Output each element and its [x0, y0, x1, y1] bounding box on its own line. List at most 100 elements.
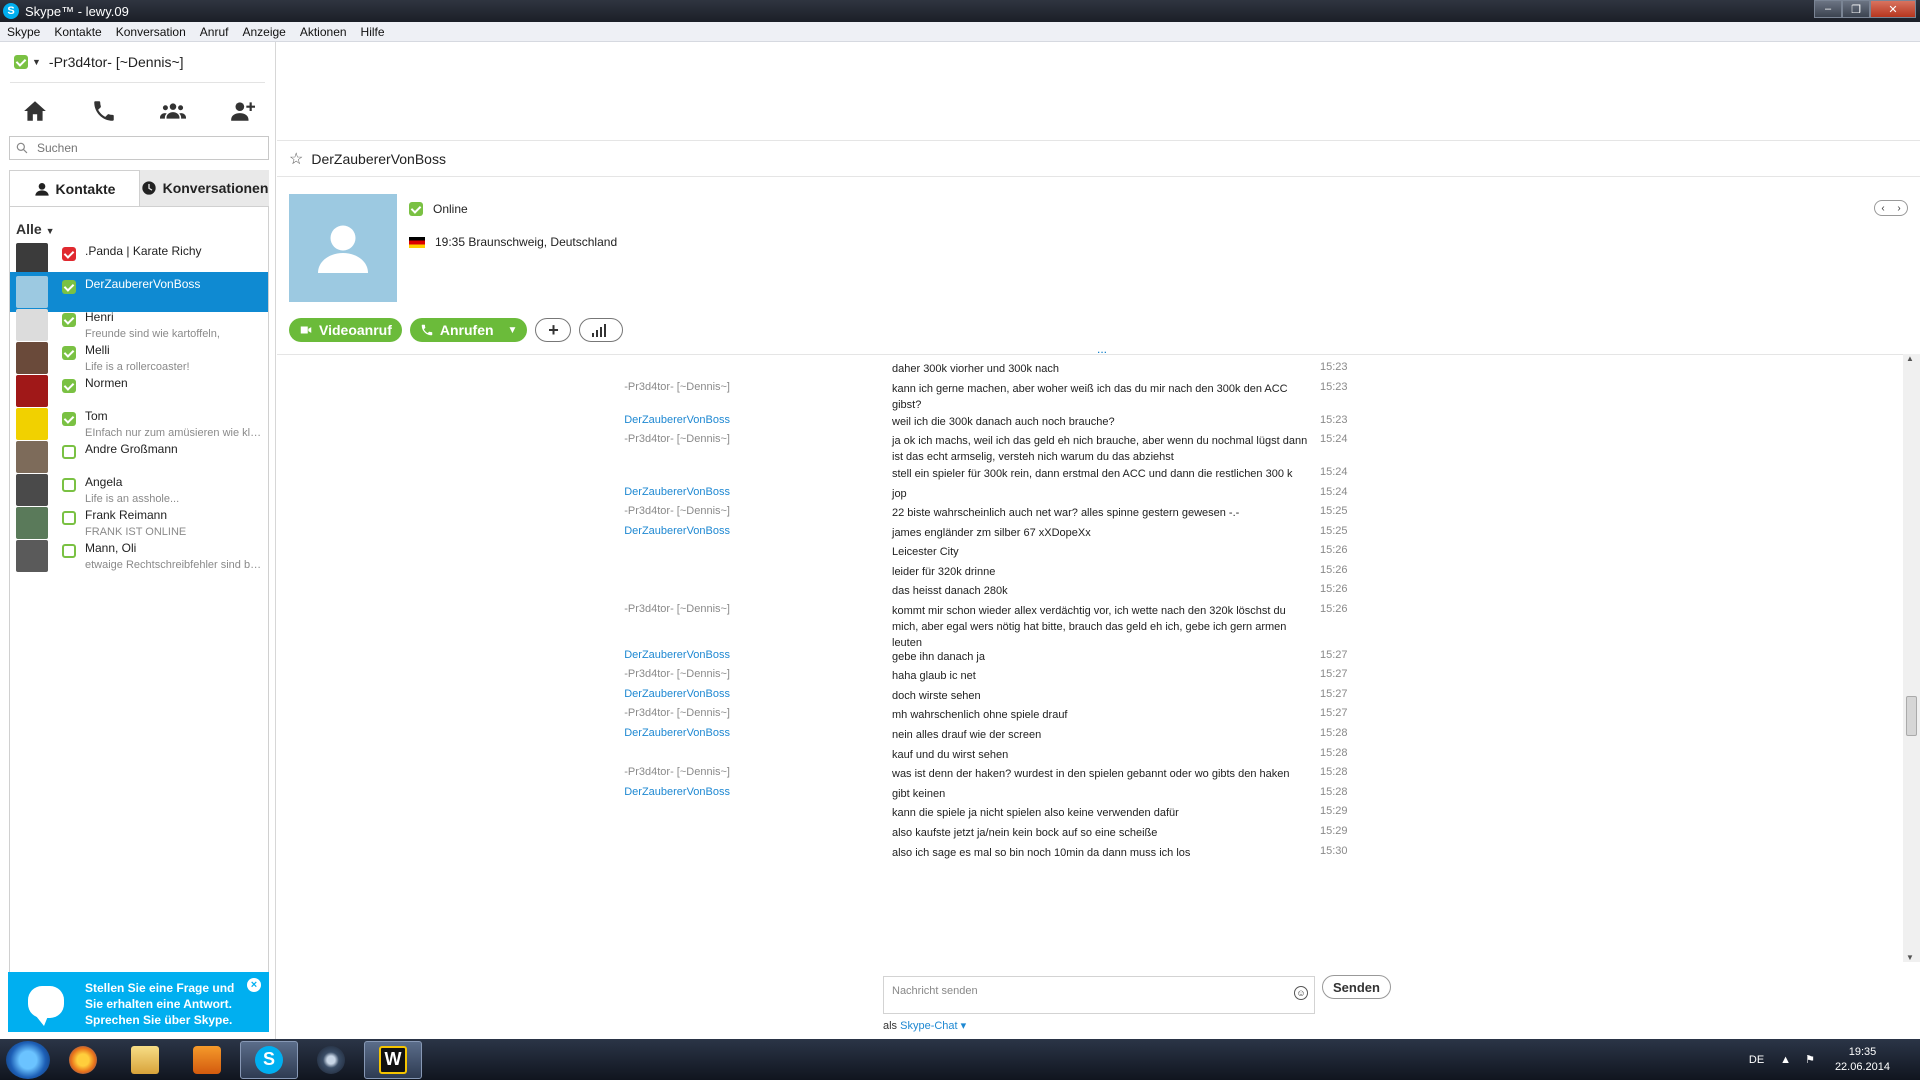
taskbar-explorer[interactable]	[116, 1041, 174, 1079]
message-author[interactable]: DerZaubererVonBoss	[570, 525, 730, 537]
chevron-left-icon[interactable]: ‹	[1875, 201, 1891, 215]
message-author[interactable]: DerZaubererVonBoss	[570, 786, 730, 798]
profile-status-text: Online	[433, 202, 468, 216]
message-author[interactable]: -Pr3d4tor- [~Dennis~]	[570, 505, 730, 517]
message-text: leider für 320k drinne	[892, 566, 996, 578]
message-author[interactable]: DerZaubererVonBoss	[570, 486, 730, 498]
tab-kontakte[interactable]: Kontakte	[9, 170, 140, 206]
contact-info: Angela Life is an asshole...	[85, 475, 263, 505]
tray-chevron-up-icon[interactable]: ▲	[1780, 1054, 1791, 1066]
folder-icon	[131, 1045, 159, 1074]
online-status-icon	[62, 412, 76, 426]
message-input[interactable]: Nachricht senden ☺	[883, 976, 1315, 1014]
window-controls: – ❐ ✕	[1814, 0, 1916, 18]
firefox-icon	[69, 1045, 97, 1074]
profile-avatar[interactable]	[289, 194, 397, 302]
taskbar-media-player[interactable]	[178, 1041, 236, 1079]
call-quality-button[interactable]	[579, 318, 624, 342]
phone-icon[interactable]	[91, 98, 117, 127]
message-text: kann die spiele ja nicht spielen also ke…	[892, 807, 1179, 819]
chevron-down-icon[interactable]: ▼	[508, 325, 518, 336]
message-time: 15:25	[1320, 525, 1348, 537]
taskbar-skype[interactable]: S	[240, 1040, 298, 1079]
contact-info: Tom EInfach nur zum amüsieren wie klei...	[85, 409, 263, 439]
close-icon[interactable]: ×	[247, 978, 261, 992]
call-button[interactable]: Anrufen ▼	[409, 318, 528, 342]
message-author[interactable]: -Pr3d4tor- [~Dennis~]	[570, 381, 730, 393]
start-button[interactable]	[6, 1040, 50, 1079]
flag-notification-icon[interactable]: ⚑	[1805, 1053, 1815, 1066]
send-button[interactable]: Senden	[1322, 975, 1391, 999]
taskbar-firefox[interactable]	[54, 1041, 112, 1079]
message-text: nein alles drauf wie der screen	[892, 729, 1042, 741]
app-icon: W	[379, 1045, 407, 1074]
call-actions: Videoanruf Anrufen ▼ +	[289, 318, 631, 342]
taskbar-app[interactable]: W	[364, 1040, 422, 1079]
message-author[interactable]: -Pr3d4tor- [~Dennis~]	[570, 433, 730, 445]
menu-anzeige[interactable]: Anzeige	[235, 25, 292, 39]
user-status-row[interactable]: ▼ -Pr3d4tor- [~Dennis~]	[14, 54, 184, 70]
ad-banner-area	[277, 42, 1920, 140]
message-text: haha glaub ic net	[892, 670, 976, 682]
emoticon-icon[interactable]: ☺	[1294, 986, 1308, 1000]
online-status-icon	[62, 346, 76, 360]
message-author[interactable]: DerZaubererVonBoss	[570, 649, 730, 661]
close-window-button[interactable]: ✕	[1870, 0, 1916, 18]
message-text: das heisst danach 280k	[892, 585, 1008, 597]
menu-hilfe[interactable]: Hilfe	[354, 25, 392, 39]
menu-skype[interactable]: Skype	[0, 25, 47, 39]
search-box[interactable]	[9, 136, 269, 160]
chevron-right-icon[interactable]: ›	[1891, 201, 1907, 215]
chevron-down-icon[interactable]: ▼	[32, 57, 41, 67]
menu-bar: Skype Kontakte Konversation Anruf Anzeig…	[0, 22, 1920, 42]
home-icon[interactable]	[22, 98, 48, 127]
message-time: 15:27	[1320, 668, 1348, 680]
menu-anruf[interactable]: Anruf	[193, 25, 236, 39]
user-display-name[interactable]: -Pr3d4tor- [~Dennis~]	[49, 54, 184, 70]
message-time: 15:28	[1320, 747, 1348, 759]
favorite-star-icon[interactable]: ☆	[289, 149, 303, 169]
conversation-panel: ☆ DerZaubererVonBoss Online 19:35 Brauns…	[277, 42, 1920, 1039]
chat-mode-dropdown[interactable]: Skype-Chat ▾	[900, 1020, 966, 1032]
message-text: 22 biste wahrscheinlich auch net war? al…	[892, 507, 1240, 519]
message-author[interactable]: DerZaubererVonBoss	[570, 414, 730, 426]
chat-scrollbar[interactable]: ▲ ▼	[1903, 354, 1920, 962]
contact-avatar	[16, 276, 48, 308]
message-author[interactable]: -Pr3d4tor- [~Dennis~]	[570, 668, 730, 680]
contact-avatar	[16, 474, 48, 506]
message-author[interactable]: -Pr3d4tor- [~Dennis~]	[570, 603, 730, 615]
add-contact-icon[interactable]	[229, 98, 255, 127]
help-banner[interactable]: Stellen Sie eine Frage und Sie erhalten …	[8, 972, 269, 1032]
maximize-button[interactable]: ❐	[1842, 0, 1870, 18]
contact-list: Alle ▼ .Panda | Karate Richy DerZaubererV…	[9, 206, 269, 1006]
contact-avatar	[16, 375, 48, 407]
language-indicator[interactable]: DE	[1749, 1054, 1764, 1066]
contact-filter-dropdown[interactable]: Alle ▼	[16, 221, 55, 237]
scroll-down-icon[interactable]: ▼	[1906, 953, 1914, 962]
taskbar-steam[interactable]	[302, 1041, 360, 1079]
menu-kontakte[interactable]: Kontakte	[47, 25, 108, 39]
message-time: 15:24	[1320, 433, 1348, 445]
online-status-icon[interactable]	[14, 55, 28, 69]
message-author[interactable]: -Pr3d4tor- [~Dennis~]	[570, 766, 730, 778]
scroll-thumb[interactable]	[1906, 696, 1917, 736]
message-author[interactable]: -Pr3d4tor- [~Dennis~]	[570, 707, 730, 719]
message-time: 15:27	[1320, 688, 1348, 700]
message-author[interactable]: DerZaubererVonBoss	[570, 688, 730, 700]
offline-status-icon	[62, 511, 76, 525]
scroll-up-icon[interactable]: ▲	[1906, 354, 1914, 363]
video-call-button[interactable]: Videoanruf	[289, 318, 402, 342]
clock[interactable]: 19:35 22.06.2014	[1835, 1045, 1890, 1075]
add-button[interactable]: +	[535, 318, 572, 342]
contact-name: Angela	[85, 475, 123, 489]
menu-konversation[interactable]: Konversation	[109, 25, 193, 39]
menu-aktionen[interactable]: Aktionen	[293, 25, 354, 39]
message-text: doch wirste sehen	[892, 690, 981, 702]
message-author[interactable]: DerZaubererVonBoss	[570, 727, 730, 739]
contact-item[interactable]: Mann, Oli etwaige Rechtschreibfehler sind…	[10, 536, 268, 576]
group-icon[interactable]	[159, 98, 186, 127]
message-text: jop	[892, 488, 907, 500]
tab-konversationen[interactable]: Konversationen	[140, 170, 269, 206]
search-input[interactable]	[37, 141, 257, 155]
minimize-button[interactable]: –	[1814, 0, 1842, 18]
